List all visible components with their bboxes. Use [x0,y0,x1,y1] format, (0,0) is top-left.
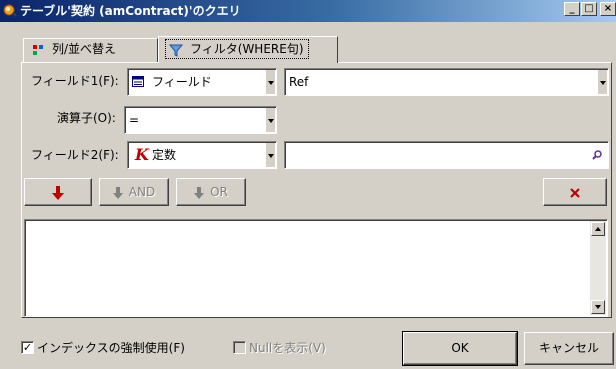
delete-condition-button[interactable] [543,178,607,206]
lookup-magnifier-icon[interactable] [592,150,602,160]
or-button[interactable]: OR [176,178,246,206]
scroll-up-button[interactable] [591,222,605,236]
title-bar[interactable]: テーブル'契約 (amContract)'のクエリ _ □ × [0,0,616,22]
field-grid-icon [132,76,144,87]
ok-button-label: OK [451,341,469,355]
or-button-label: OR [210,185,228,199]
chevron-down-icon [268,119,274,123]
field1-value-dropdown[interactable]: Ref [284,68,609,96]
query-app-icon [3,4,17,17]
red-x-icon [570,188,580,198]
constant-k-icon: K [135,145,149,164]
field1-type-dropdown-button[interactable] [265,70,275,94]
ok-button[interactable]: OK [402,331,518,366]
arrow-up-icon [595,227,601,231]
cancel-button-label: キャンセル [538,341,599,355]
and-button-label: AND [128,185,156,199]
field1-value: Ref [289,75,309,89]
chevron-down-icon [268,154,274,158]
gray-down-arrow-icon [194,186,205,199]
tab-filter-label: フィルタ(WHERE句) [190,42,304,56]
maximize-button[interactable]: □ [581,2,597,16]
field2-label: フィールド2(F): [31,148,119,162]
filter-icon [168,44,184,57]
checkmark-icon: ✓ [22,341,33,354]
operator-label: 演算子(O): [57,111,116,125]
close-button[interactable]: × [600,2,616,16]
arrow-down-icon [595,305,601,309]
force-index-checkbox[interactable]: ✓ [21,341,34,354]
field2-type-dropdown[interactable]: K 定数 [127,141,277,169]
window-title: テーブル'契約 (amContract)'のクエリ [20,4,241,18]
insert-condition-button[interactable] [24,178,92,206]
operator-dropdown-button[interactable] [265,108,275,132]
show-null-checkbox[interactable] [233,341,246,354]
and-button[interactable]: AND [99,178,169,206]
field1-type-value: フィールド [152,75,212,89]
operator-dropdown[interactable]: = [124,106,277,134]
red-down-arrow-icon [52,186,64,200]
chevron-down-icon [600,81,606,85]
tab-filter-where[interactable]: フィルタ(WHERE句) [158,36,338,63]
field2-value-input[interactable] [284,141,609,169]
field2-type-dropdown-button[interactable] [265,143,275,167]
minimize-button[interactable]: _ [564,2,580,16]
force-index-label: インデックスの強制使用(F) [37,341,185,355]
chevron-down-icon [268,81,274,85]
field2-type-value: 定数 [152,148,177,162]
operator-value: = [129,113,140,127]
cancel-button[interactable]: キャンセル [524,332,614,365]
scroll-down-button[interactable] [591,300,605,314]
columns-sort-icon [33,44,43,55]
textarea-scrollbar[interactable] [590,221,606,315]
field1-type-dropdown[interactable]: フィールド [127,68,277,96]
show-null-label: Nullを表示(V) [249,341,326,355]
tab-columns-sort-label: 列/並べ替え [52,42,117,56]
field1-label: フィールド1(F): [31,74,119,88]
tab-columns-sort[interactable]: 列/並べ替え [23,38,158,62]
gray-down-arrow-icon [112,186,123,199]
where-clause-textarea[interactable] [24,219,608,317]
field1-value-dropdown-button[interactable] [597,70,607,94]
